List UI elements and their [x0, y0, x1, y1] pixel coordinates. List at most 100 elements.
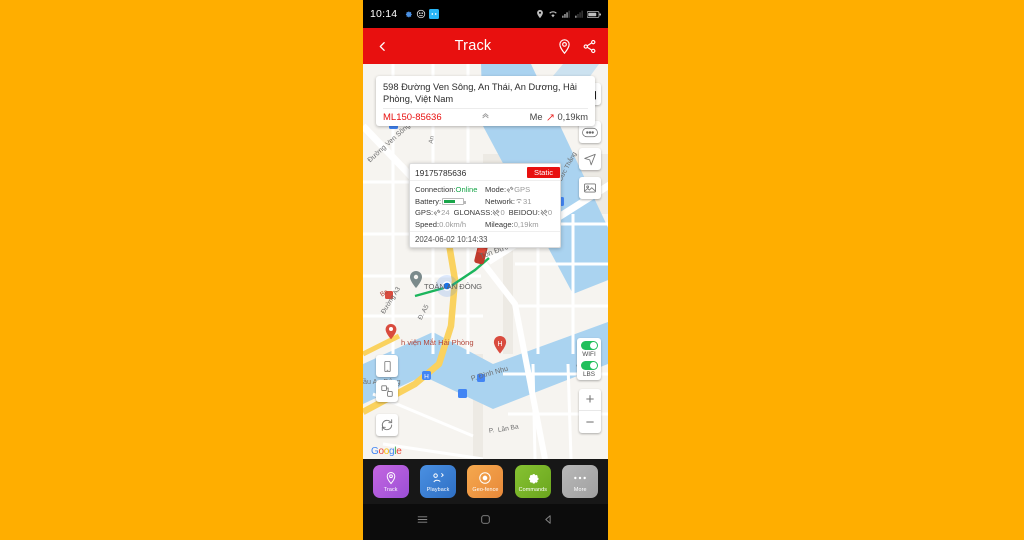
gear-icon [406, 11, 413, 18]
battery-icon [587, 10, 601, 18]
lbs-toggle[interactable] [580, 361, 598, 370]
route-arrow-icon [547, 114, 553, 120]
owner-label: Me [529, 112, 543, 122]
address-card-footer: ML150-85636 Me 0,19km [383, 108, 588, 123]
speed-label: Speed: [415, 219, 440, 229]
popup-row-speed-mileage: Speed: 0.0km/h Mileage: 0,19km [415, 219, 555, 231]
nav-item-label: More [573, 486, 587, 493]
back-triangle-icon[interactable] [542, 513, 555, 531]
popup-row-satellites: GPS: 24 GLONASS: 0 BEIDOU: 0 [415, 207, 555, 219]
nav-item-track[interactable]: Track [372, 465, 409, 498]
mileage-value: 0,19km [513, 219, 539, 229]
status-right-icons [535, 9, 601, 19]
nav-item-label: Playback [426, 486, 450, 493]
navigate-arrow-icon[interactable] [579, 148, 601, 170]
zoom-in-button[interactable]: + [579, 389, 601, 411]
track-pin-icon [384, 471, 398, 486]
playback-route-icon [431, 471, 446, 486]
status-bar: 10:14 [363, 0, 608, 28]
grid-squares-icon[interactable] [376, 380, 398, 402]
battery-icon [442, 197, 467, 205]
address-card[interactable]: 598 Đường Ven Sông, An Thái, An Dương, H… [376, 76, 595, 126]
connection-label: Connection: [415, 185, 456, 194]
wifi-icon [549, 11, 557, 18]
nav-item-more[interactable]: More [562, 465, 599, 498]
gear-icon [526, 471, 540, 486]
recents-icon[interactable] [416, 513, 429, 531]
beidou-label: BEIDOU: [508, 208, 540, 217]
locate-pin-icon[interactable] [554, 36, 574, 56]
device-info-popup[interactable]: 19175785636 Static Connection: Online Mo… [409, 163, 561, 248]
phone-device-icon[interactable] [376, 355, 398, 377]
distance-label: 0,19km [557, 112, 589, 122]
svg-text:H: H [497, 341, 502, 348]
satellite-off-icon [540, 209, 548, 216]
phone-screen: 10:14 Track H H Đường Ven Sông An ôn Đức… [363, 0, 608, 540]
google-watermark: Google [371, 446, 402, 457]
wifi-icon [516, 199, 522, 204]
zoom-out-button[interactable]: − [579, 411, 601, 433]
battery-label: Battery: [415, 196, 442, 206]
mode-value: GPS [514, 185, 531, 194]
lbs-toggle-label: LBS [582, 371, 596, 378]
zoom-controls: + − [579, 389, 601, 433]
chevron-up-icon[interactable] [442, 111, 530, 123]
back-chevron-icon[interactable] [372, 36, 392, 56]
share-icon[interactable] [579, 36, 599, 56]
speed-value: 0.0km/h [439, 219, 467, 229]
device-id-label[interactable]: ML150-85636 [383, 112, 442, 123]
satellite-fields: GPS: 24 GLONASS: 0 BEIDOU: 0 [415, 207, 555, 219]
network-field: Network: 31 [485, 196, 555, 208]
signal-bars-2-icon [575, 10, 583, 18]
home-icon[interactable] [479, 513, 492, 531]
wifi-toggle[interactable] [580, 341, 598, 350]
status-badge: Static [527, 167, 560, 178]
signal-bars-icon [562, 10, 570, 18]
nav-item-label: Track [383, 486, 398, 493]
network-label: Network: [485, 196, 515, 206]
street-view-icon[interactable] [579, 177, 601, 199]
glonass-label: GLONASS: [453, 208, 493, 217]
satellite-icon [433, 209, 441, 216]
bottom-navigation: Track Playback Geo-fence Commands More [363, 459, 608, 504]
popup-header: 19175785636 Static [410, 164, 560, 181]
gps-value: 24 [441, 208, 450, 217]
status-clock: 10:14 [370, 8, 398, 20]
map-view[interactable]: H H Đường Ven SôngAnTôn Đức Thắngôn Đức … [363, 64, 608, 459]
page-title: Track [454, 38, 492, 54]
svg-text:H: H [424, 374, 429, 381]
satellite-off-icon [492, 209, 500, 216]
nav-item-label: Geo-fence [472, 486, 499, 493]
address-text: 598 Đường Ven Sông, An Thái, An Dương, H… [383, 82, 577, 104]
map-toggles: WIFI LBS [577, 338, 601, 380]
app-bar: Track [363, 28, 608, 64]
connection-field: Connection: Online [415, 184, 485, 196]
refresh-icon[interactable] [376, 414, 398, 436]
glonass-value: 0 [500, 208, 505, 217]
nav-item-geo-fence[interactable]: Geo-fence [467, 465, 504, 498]
nav-item-playback[interactable]: Playback [420, 465, 457, 498]
android-nav-bar [363, 504, 608, 540]
popup-row-connection-mode: Connection: Online Mode: GPS [415, 184, 555, 196]
popup-body: Connection: Online Mode: GPS Battery: Ne… [410, 181, 560, 231]
nav-item-label: Commands [518, 486, 548, 493]
address-distance-group: Me 0,19km [530, 112, 588, 122]
mode-label: Mode: [485, 185, 507, 194]
mileage-field: Mileage: 0,19km [485, 219, 555, 231]
popup-row-battery-network: Battery: Network: 31 [415, 196, 555, 208]
mileage-label: Mileage: [485, 219, 514, 229]
satellite-icon [506, 186, 514, 193]
smiley-icon [417, 9, 426, 19]
mode-field: Mode: GPS [485, 184, 555, 196]
geofence-icon [478, 471, 492, 486]
connection-value: Online [455, 185, 478, 194]
gps-label: GPS: [415, 208, 434, 217]
popup-timestamp: 2024-06-02 10:14:33 [410, 231, 560, 247]
battery-field: Battery: [415, 196, 485, 208]
app-badge-icon [429, 9, 440, 19]
wifi-toggle-label: WIFI [582, 351, 596, 358]
beidou-value: 0 [547, 208, 553, 217]
popup-device-id: 19175785636 [415, 167, 467, 178]
more-dots-icon [572, 471, 588, 486]
nav-item-commands[interactable]: Commands [514, 465, 551, 498]
